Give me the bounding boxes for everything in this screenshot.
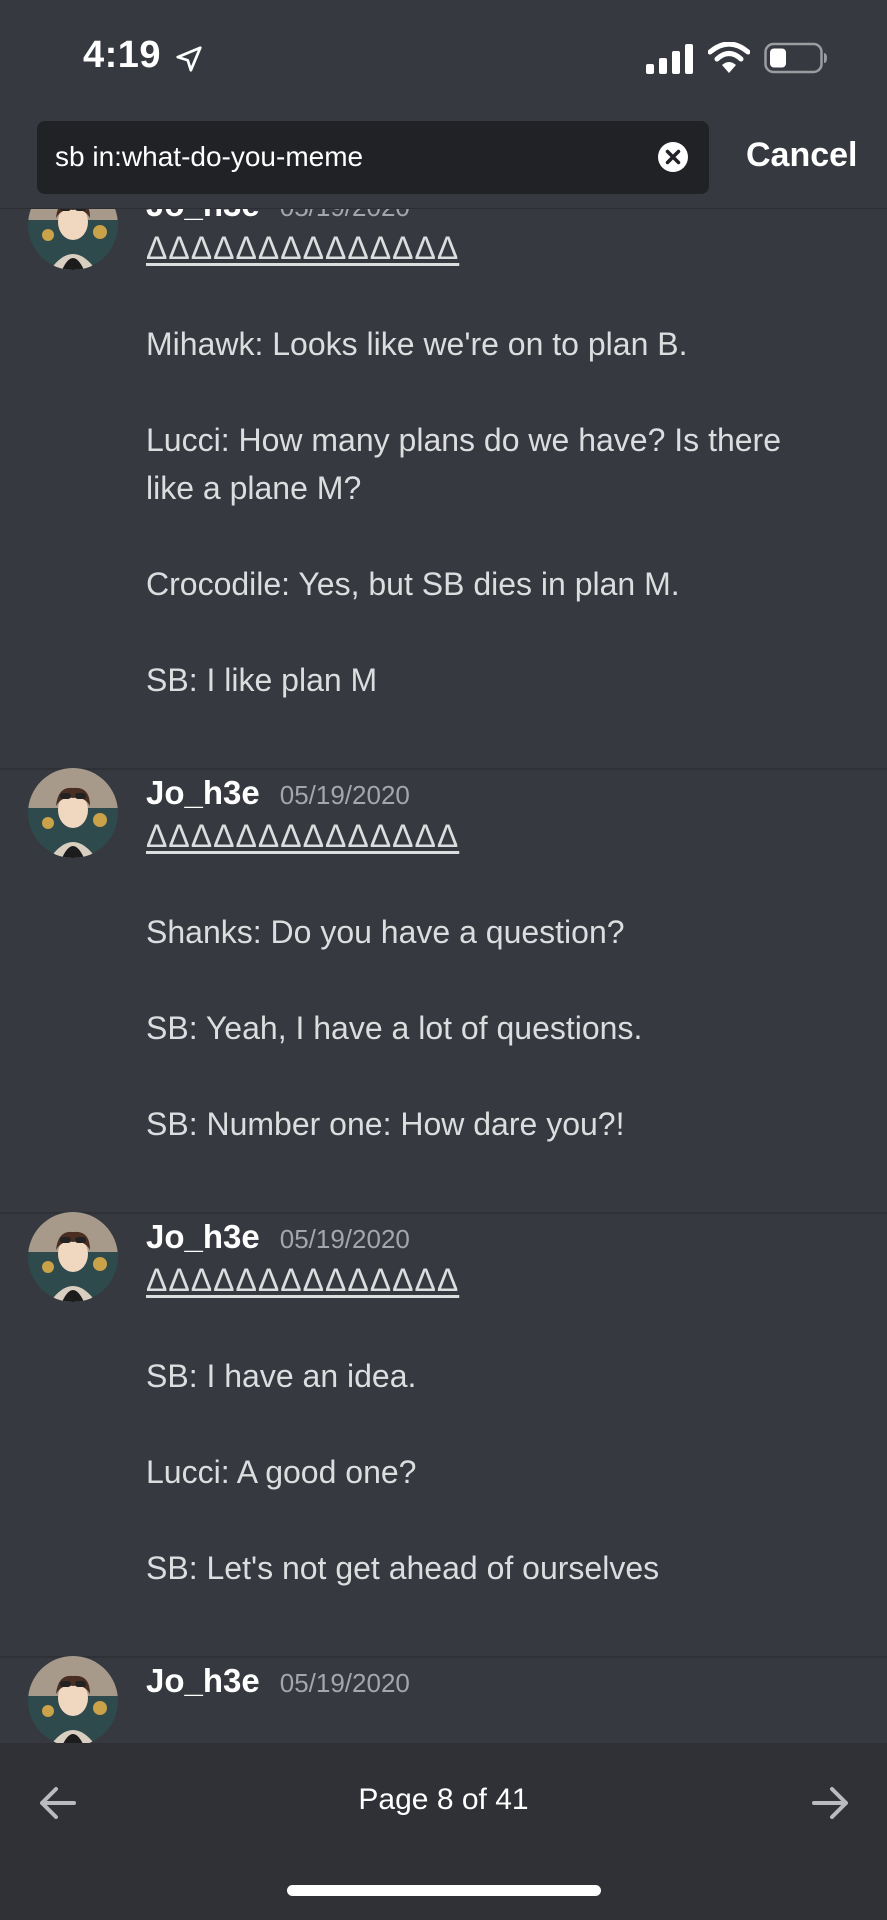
pagination-bar: Page 8 of 41	[0, 1743, 887, 1920]
author-name[interactable]: Jo_h3e	[146, 774, 260, 812]
battery-icon	[764, 42, 827, 74]
next-page-button[interactable]	[798, 1773, 858, 1833]
search-input[interactable]: sb in:what-do-you-meme	[37, 121, 709, 194]
status-bar: 4:19	[0, 0, 887, 118]
author-name[interactable]: Jo_h3e	[146, 1662, 260, 1700]
search-results-list: Jo_h3e 05/19/2020 ΔΔΔΔΔΔΔΔΔΔΔΔΔΔ Mihawk: Lo…	[0, 208, 887, 1743]
message-line: Crocodile: Yes, but SB dies in plan M.	[146, 566, 680, 602]
message-line: SB: Let's not get ahead of ourselves	[146, 1550, 660, 1586]
wifi-icon	[708, 42, 750, 73]
avatar-image	[28, 1212, 118, 1302]
message-line: ΔΔΔΔΔΔΔΔΔΔΔΔΔΔ	[146, 818, 460, 854]
screen: 4:19 sb in:what-do-you-meme Cancel ΔΔΔΔΔ…	[0, 0, 887, 1920]
message-timestamp: 05/19/2020	[279, 1224, 410, 1254]
message-timestamp: 05/19/2020	[280, 208, 410, 223]
cellular-signal-icon	[646, 44, 693, 74]
search-result[interactable]: Jo_h3e 05/19/2020 ΔΔΔΔΔΔΔΔΔΔΔΔΔΔ Shanks: Do…	[0, 768, 887, 1214]
author-name[interactable]: Jo_h3e	[146, 208, 260, 224]
message-timestamp: 05/19/2020	[279, 780, 410, 810]
avatar[interactable]	[28, 208, 118, 270]
arrow-right-icon	[812, 1787, 848, 1819]
avatar-image	[28, 208, 118, 270]
avatar[interactable]	[28, 1212, 118, 1302]
search-header: sb in:what-do-you-meme Cancel	[0, 118, 887, 209]
location-arrow-icon	[176, 46, 202, 72]
message-header: Jo_h3e 05/19/2020	[146, 1662, 410, 1708]
author-name[interactable]: Jo_h3e	[146, 1218, 260, 1256]
message-timestamp: 05/19/2020	[279, 1668, 410, 1698]
search-query: sb in:what-do-you-meme	[55, 141, 364, 172]
search-result[interactable]: Jo_h3e 05/19/2020 ΔΔΔΔΔΔΔΔΔΔΔΔΔΔ SB: I have…	[0, 1212, 887, 1658]
message-line: Mihawk: Looks like we're on to plan B.	[146, 326, 688, 362]
avatar[interactable]	[28, 768, 118, 858]
search-result[interactable]: Jo_h3e 05/19/2020 ΔΔΔΔΔΔΔΔΔΔΔΔΔΔ Mihawk: Lo…	[0, 208, 887, 770]
message-line: Shanks: Do you have a question?	[146, 914, 625, 950]
cancel-button[interactable]: Cancel	[746, 136, 858, 175]
avatar-image	[28, 768, 118, 858]
clear-search-icon[interactable]	[657, 141, 689, 173]
home-indicator	[287, 1885, 601, 1896]
search-result[interactable]: Jo_h3e 05/19/2020	[0, 1656, 887, 1743]
message-line: ΔΔΔΔΔΔΔΔΔΔΔΔΔΔ	[146, 1262, 460, 1298]
message-line: ΔΔΔΔΔΔΔΔΔΔΔΔΔΔ	[146, 230, 460, 266]
message-line: SB: I have an idea.	[146, 1358, 417, 1394]
avatar[interactable]	[28, 1656, 118, 1743]
page-indicator: Page 8 of 41	[358, 1783, 529, 1816]
message-line: like a plane M?	[146, 470, 362, 506]
message-line: SB: Yeah, I have a lot of questions.	[146, 1010, 643, 1046]
message-line: SB: Number one: How dare you?!	[146, 1106, 625, 1142]
message-line: Lucci: How many plans do we have? Is the…	[146, 422, 781, 458]
avatar-image	[28, 1656, 118, 1743]
status-time: 4:19	[83, 34, 162, 76]
message-line: Lucci: A good one?	[146, 1454, 417, 1490]
message-line: SB: I like plan M	[146, 662, 378, 698]
